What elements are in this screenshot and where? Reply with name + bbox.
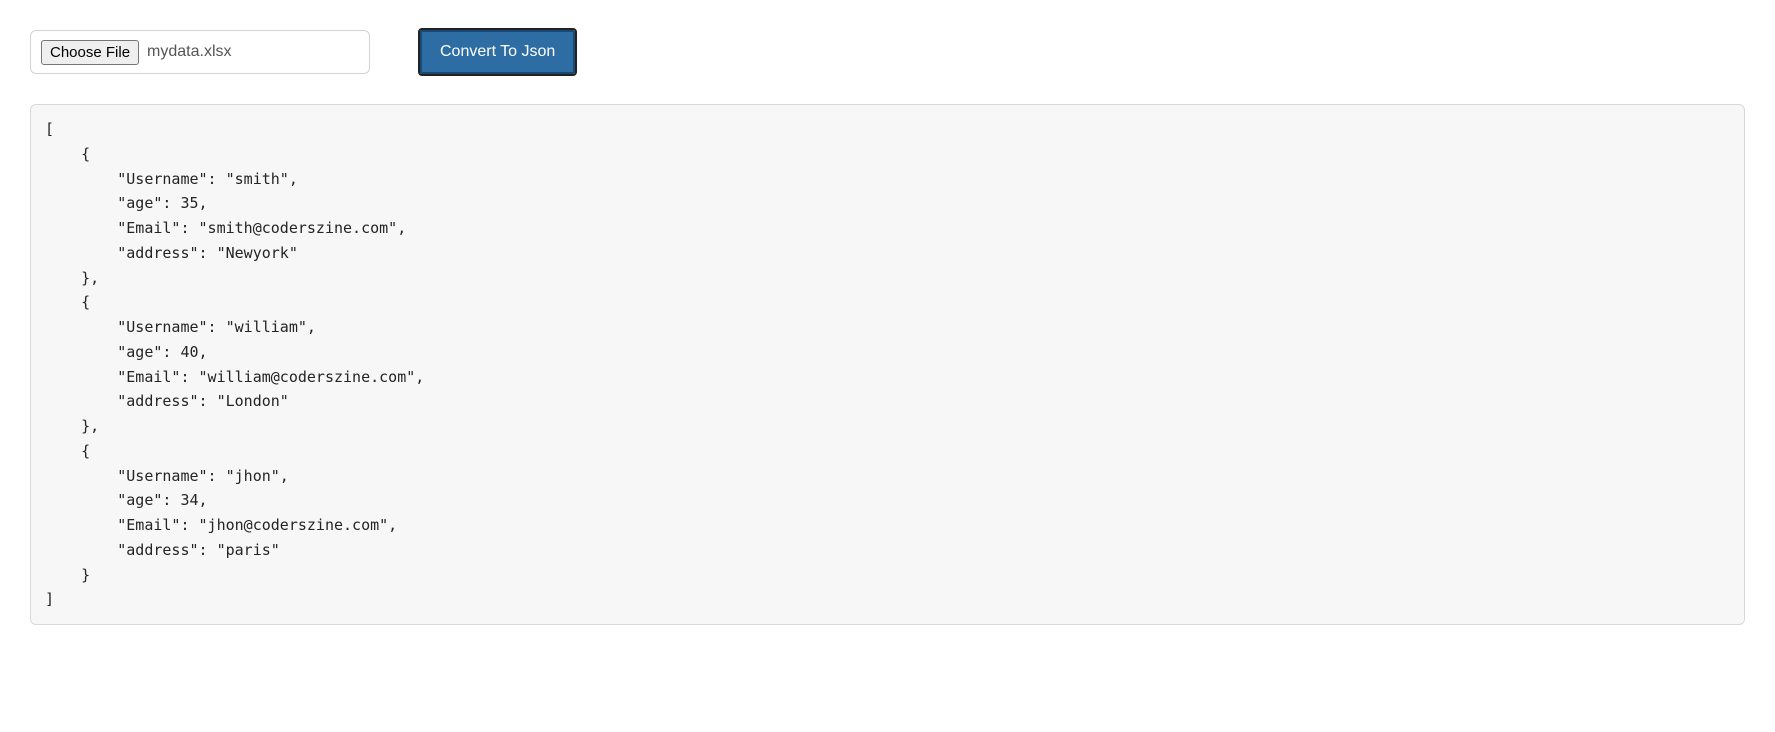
selected-filename: mydata.xlsx (147, 43, 231, 61)
convert-to-json-button[interactable]: Convert To Json (420, 30, 575, 74)
choose-file-button[interactable]: Choose File (41, 40, 139, 65)
file-input[interactable]: Choose File mydata.xlsx (30, 30, 370, 74)
json-output: [ { "Username": "smith", "age": 35, "Ema… (30, 104, 1745, 625)
toolbar: Choose File mydata.xlsx Convert To Json (30, 30, 1745, 74)
